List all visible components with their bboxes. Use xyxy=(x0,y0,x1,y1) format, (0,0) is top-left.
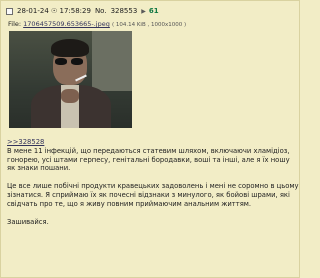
post-menu-arrow-icon[interactable]: ▶ xyxy=(141,8,146,15)
post-paragraph: Це все лише побічні продукти кравецьких … xyxy=(7,182,299,208)
post-container: 28-01-24 ☉ 17:58:29 No. 328553 ▶ 61 File… xyxy=(0,0,300,278)
thumb-background xyxy=(92,31,132,91)
sunglasses-icon xyxy=(55,58,85,66)
post-number-label[interactable]: No. xyxy=(95,7,107,15)
post-header: 28-01-24 ☉ 17:58:29 No. 328553 ▶ 61 xyxy=(6,5,159,17)
thumb-figure-hair xyxy=(51,39,89,57)
file-meta: ( 104.14 KiB , 1000x1000 ) xyxy=(111,22,187,28)
post-paragraph: Зашивайся. xyxy=(7,217,49,226)
post-body: >>328528 В мене 11 інфекцій, що передают… xyxy=(7,138,299,226)
post-number[interactable]: 328553 xyxy=(111,7,138,15)
post-date: 28-01-24 ☉ 17:58:29 xyxy=(17,7,91,15)
file-link[interactable]: 1706457509.653665-.jpeg xyxy=(23,20,110,28)
file-label: File: xyxy=(8,20,22,28)
post-paragraph: В мене 11 інфекцій, що передаються стате… xyxy=(7,146,290,173)
file-info: File: 1706457509.653665-.jpeg ( 104.14 K… xyxy=(8,20,186,28)
reply-count[interactable]: 61 xyxy=(149,7,159,15)
post-image-thumbnail[interactable] xyxy=(9,31,132,128)
reply-quote-link[interactable]: >>328528 xyxy=(7,138,299,147)
post-select-checkbox[interactable] xyxy=(6,7,13,15)
thumb-figure-hand xyxy=(61,89,79,103)
